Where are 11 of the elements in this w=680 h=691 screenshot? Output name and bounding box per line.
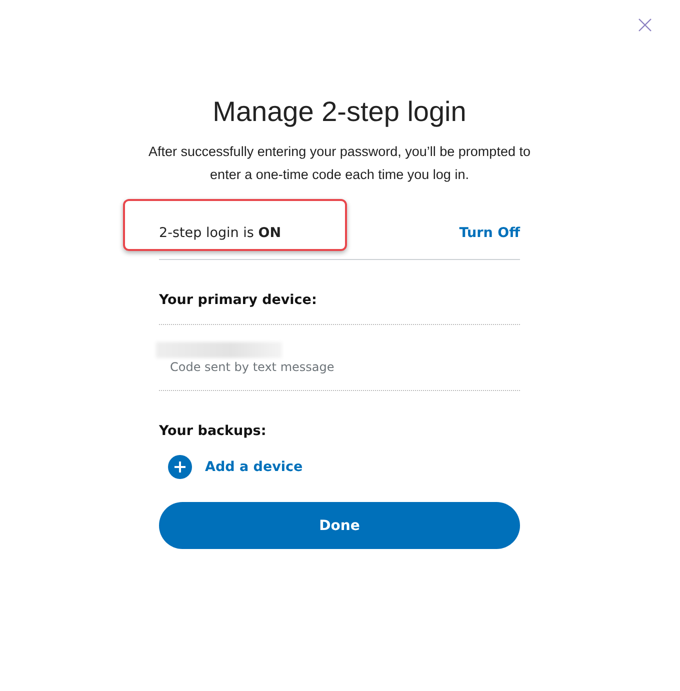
status-text: 2-step login is ON <box>159 225 281 241</box>
add-device-link[interactable]: Add a device <box>205 459 303 475</box>
done-button[interactable]: Done <box>159 502 520 549</box>
section-heading: Your primary device: <box>159 292 318 308</box>
section-heading: Your backups: <box>159 423 268 439</box>
close-icon[interactable] <box>638 18 652 32</box>
dialog-title: Manage 2-step login <box>212 95 468 129</box>
turn-off-link[interactable]: Turn Off <box>459 225 520 241</box>
device-caption: Code sent by text message <box>170 360 336 374</box>
add-icon[interactable] <box>168 455 192 479</box>
dialog-description: After successfully entering your password, you’ll be prompted to enter a one-time code each time you log in. <box>148 143 532 184</box>
